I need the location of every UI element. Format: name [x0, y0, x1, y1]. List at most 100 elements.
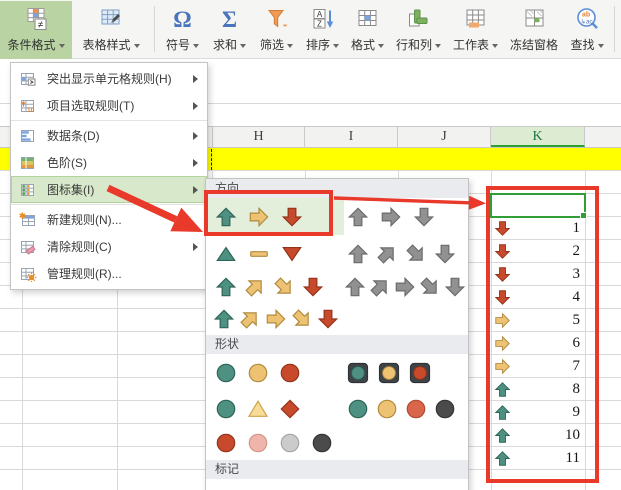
icon-set-5-arrows-colored[interactable] — [208, 303, 342, 335]
icon-set-4-arrows-gray[interactable] — [340, 239, 456, 269]
selected-cell[interactable] — [490, 193, 586, 218]
column-header-k[interactable]: K — [491, 127, 585, 147]
circle-yellow-icon — [376, 398, 398, 420]
cell-k-2[interactable]: 2 — [491, 240, 585, 263]
chevron-down-icon — [378, 44, 384, 48]
arrow-down-red-icon — [494, 220, 511, 237]
menu-item-new-rule[interactable]: ✱ 新建规则(N)... — [11, 206, 207, 233]
find-magnifier-icon: ab↳ac — [575, 4, 600, 34]
sort-button[interactable]: AZ 排序 — [300, 1, 345, 59]
rows-columns-button[interactable]: 行和列 — [390, 1, 447, 59]
cell-k-4[interactable]: 4 — [491, 286, 585, 309]
icon-set-3-traffic-lights[interactable] — [208, 356, 344, 390]
cell-k-7[interactable]: 7 — [491, 355, 585, 378]
cell-k-9[interactable]: 9 — [491, 401, 585, 424]
icon-set-3-arrows-gray[interactable] — [340, 198, 435, 235]
sort-label: 排序 — [306, 36, 330, 53]
circle-black-icon — [311, 432, 333, 454]
arrow-right-yellow-icon — [248, 206, 270, 228]
arrow-up-gray-icon — [347, 243, 369, 265]
submenu-arrow-icon — [193, 243, 198, 251]
arrow-down-red-icon — [494, 243, 511, 260]
chevron-down-icon — [598, 44, 604, 48]
arrow-up-green-icon — [213, 308, 235, 330]
find-button[interactable]: ab↳ac 查找 — [564, 1, 610, 59]
toolbar-separator — [154, 6, 155, 52]
icon-set-5-arrows-gray[interactable] — [340, 271, 466, 303]
triangle-yellow-icon — [247, 398, 269, 420]
icon-sets-submenu: 方向 — [205, 178, 469, 490]
filter-button[interactable]: ₌ 筛选 — [253, 1, 300, 59]
icon-set-3-arrows-colored[interactable] — [208, 198, 344, 235]
icon-set-3-triangles[interactable] — [208, 239, 344, 269]
clear-rules-icon — [19, 239, 37, 255]
menu-item-label: 色阶(S) — [47, 154, 193, 171]
arrow-right-gray-icon — [380, 206, 402, 228]
cell-k-11[interactable]: 11 — [491, 447, 585, 470]
menu-item-icon-sets[interactable]: 图标集(I) — [11, 176, 207, 203]
menu-item-clear-rules[interactable]: 清除规则(C) — [11, 233, 207, 260]
diamond-red-icon — [279, 398, 301, 420]
section-header-direction: 方向 — [206, 179, 468, 198]
arrow-down-gray-icon — [413, 206, 435, 228]
chevron-down-icon — [134, 44, 140, 48]
icon-set-4-arrows-colored[interactable] — [208, 271, 344, 303]
circle-green-icon — [215, 362, 237, 384]
sigma-sum-icon: Σ — [222, 4, 237, 34]
icon-set-4-traffic-lights[interactable] — [340, 392, 456, 426]
menu-item-label: 管理规则(R)... — [47, 265, 207, 282]
spreadsheet-app-window: H I J K 1 2 3 4 5 6 7 8 9 10 11 ≠ 条件格式 表… — [0, 0, 621, 490]
icon-set-red-to-black[interactable] — [208, 426, 344, 460]
cell-k-3[interactable]: 3 — [491, 263, 585, 286]
format-label: 格式 — [351, 36, 375, 53]
freeze-panes-icon — [522, 4, 547, 34]
svg-text:↳ac: ↳ac — [580, 17, 593, 25]
format-button[interactable]: 格式 — [345, 1, 390, 59]
icon-set-3-traffic-lights-rimmed[interactable] — [340, 356, 431, 390]
sum-button[interactable]: Σ 求和 — [206, 1, 253, 59]
circle-green-icon — [215, 398, 237, 420]
menu-item-highlight-cells-rules[interactable]: 突出显示单元格规则(H) — [11, 65, 207, 92]
arrow-downright-gray-icon — [414, 271, 445, 302]
menu-item-color-scales[interactable]: 色阶(S) — [11, 149, 207, 176]
menu-item-top-bottom-rules[interactable]: 10 项目选取规则(T) — [11, 92, 207, 119]
menu-item-data-bars[interactable]: 数据条(D) — [11, 122, 207, 149]
menu-item-manage-rules[interactable]: 管理规则(R)... — [11, 260, 207, 287]
filter-label: 筛选 — [260, 36, 284, 53]
table-style-button[interactable]: 表格样式 — [72, 1, 150, 59]
menu-separator — [11, 120, 207, 121]
triangle-down-red-icon — [281, 243, 303, 265]
cell-k-1[interactable]: 1 — [491, 217, 585, 240]
icon-set-3-signs[interactable] — [208, 392, 344, 426]
conditional-format-button[interactable]: ≠ 条件格式 — [0, 1, 72, 59]
worksheet-label: 工作表 — [453, 36, 489, 53]
freeze-panes-button[interactable]: 冻结窗格 — [504, 1, 564, 59]
chevron-down-icon — [492, 44, 498, 48]
cell-k-6[interactable]: 6 — [491, 332, 585, 355]
menu-item-label: 新建规则(N)... — [47, 211, 207, 228]
table-style-label: 表格样式 — [82, 36, 130, 53]
selection-marquee-line — [211, 149, 212, 170]
cell-k-10[interactable]: 10 — [491, 424, 585, 447]
worksheet-icon — [463, 4, 488, 34]
svg-text:10: 10 — [27, 107, 35, 114]
column-header-h[interactable]: H — [212, 127, 305, 147]
arrow-up-green-icon — [215, 276, 237, 298]
icon-sets-icon — [19, 182, 37, 198]
sort-az-icon: AZ — [311, 4, 335, 34]
column-header-i[interactable]: I — [305, 127, 398, 147]
circle-gray-icon — [279, 432, 301, 454]
worksheet-button[interactable]: 工作表 — [447, 1, 504, 59]
cell-k-5[interactable]: 5 — [491, 309, 585, 332]
column-header-j[interactable]: J — [398, 127, 491, 147]
find-label: 查找 — [570, 36, 594, 53]
new-rule-icon: ✱ — [19, 212, 37, 228]
arrow-down-red-icon — [494, 289, 511, 306]
symbol-button[interactable]: Ω 符号 — [159, 1, 206, 59]
arrow-right-yellow-icon — [494, 312, 511, 329]
submenu-arrow-icon — [193, 102, 198, 110]
circle-red-icon — [279, 362, 301, 384]
circle-red-icon — [215, 432, 237, 454]
cell-k-8[interactable]: 8 — [491, 378, 585, 401]
arrow-upright-yellow-icon — [234, 303, 265, 334]
